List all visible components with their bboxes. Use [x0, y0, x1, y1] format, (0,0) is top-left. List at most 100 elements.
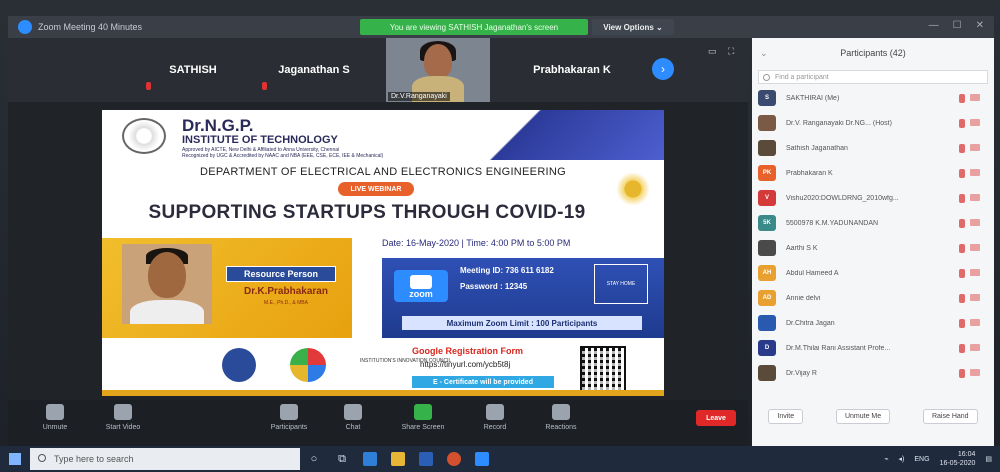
- task-view-icon[interactable]: ⧉: [328, 446, 356, 472]
- participant-status: [959, 293, 980, 303]
- participant-row[interactable]: PK Prabhakaran K: [758, 163, 988, 183]
- participant-avatar: [758, 315, 776, 331]
- unmute-me-button[interactable]: Unmute Me: [835, 408, 891, 424]
- language-indicator[interactable]: ENG: [914, 456, 929, 463]
- muted-mic-icon: [959, 268, 965, 278]
- participant-status: [959, 143, 980, 153]
- participant-status: [959, 218, 980, 228]
- zoom-taskbar-icon[interactable]: [468, 446, 496, 472]
- video-strip: SATHISH Jaganathan S Dr.V.Ranganayaki Pr…: [8, 38, 748, 102]
- muted-mic-icon: [959, 343, 965, 353]
- zoom-titlebar: Zoom Meeting 40 Minutes You are viewing …: [8, 16, 994, 38]
- start-button[interactable]: [0, 446, 30, 472]
- meeting-id: Meeting ID: 736 611 6182: [460, 266, 554, 275]
- video-off-icon: [970, 318, 980, 326]
- participant-status: [959, 243, 980, 253]
- participant-search-input[interactable]: Find a participant: [758, 70, 988, 84]
- certificate-note: E - Certificate will be provided: [412, 376, 554, 388]
- participant-row[interactable]: Dr.V. Ranganayaki Dr.NG... (Host): [758, 113, 988, 133]
- speaker-face: [148, 252, 186, 298]
- powerpoint-icon[interactable]: [440, 446, 468, 472]
- department-name: DEPARTMENT OF ELECTRICAL AND ELECTRONICS…: [199, 166, 567, 178]
- record-icon: [486, 404, 504, 420]
- control-label: Unmute: [42, 424, 68, 431]
- folder-glyph: [391, 452, 405, 466]
- speaker-shirt: [130, 300, 204, 324]
- start-video-button[interactable]: Start Video: [88, 404, 158, 431]
- leave-button[interactable]: Leave: [696, 410, 736, 426]
- notifications-icon[interactable]: ▤: [985, 455, 992, 463]
- participant-name: Dr.V. Ranganayaki Dr.NG... (Host): [786, 119, 892, 127]
- windows-taskbar: Type here to search ○ ⧉ ⌁ ◂) ENG 16:04 1…: [0, 446, 1000, 472]
- volume-icon[interactable]: ◂): [899, 455, 905, 463]
- reactions-button[interactable]: Reactions: [526, 404, 596, 431]
- muted-mic-icon: [959, 318, 965, 328]
- unmute-button[interactable]: Unmute: [20, 404, 90, 431]
- system-tray: ⌁ ◂) ENG 16:04 16-05-2020 ▤: [884, 446, 992, 472]
- participant-row[interactable]: Aarthi S K: [758, 238, 988, 258]
- view-options-button[interactable]: View Options ⌄: [592, 19, 674, 35]
- tile-name: Jaganathan S: [278, 64, 350, 76]
- record-button[interactable]: Record: [460, 404, 530, 431]
- participant-row[interactable]: Dr.Chitra Jagan: [758, 313, 988, 333]
- muted-mic-icon: [959, 93, 965, 103]
- participants-panel: ⌄ Participants (42) Find a participant S…: [752, 38, 994, 446]
- close-icon[interactable]: ✕: [976, 20, 984, 31]
- edge-icon[interactable]: [356, 446, 384, 472]
- participant-name: Vishu2020:DOWLDRNG_2010wfg...: [786, 194, 899, 202]
- participant-row[interactable]: Dr.Vijay R: [758, 363, 988, 383]
- video-tile-sathish[interactable]: SATHISH: [138, 42, 248, 98]
- search-icon: [763, 74, 770, 81]
- reactions-icon: [552, 404, 570, 420]
- word-icon[interactable]: [412, 446, 440, 472]
- max-participants: Maximum Zoom Limit : 100 Participants: [402, 316, 642, 330]
- participant-status: [959, 268, 980, 278]
- cortana-icon[interactable]: ○: [300, 446, 328, 472]
- taskbar-search-input[interactable]: Type here to search: [30, 448, 300, 470]
- network-icon[interactable]: ⌁: [884, 455, 888, 463]
- date-time: Date: 16-May-2020 | Time: 4:00 PM to 5:0…: [382, 238, 571, 248]
- video-tile-jaganathan[interactable]: Jaganathan S: [254, 42, 374, 98]
- participant-row[interactable]: 5K 5500978 K.M.YADUNANDAN: [758, 213, 988, 233]
- meeting-password: Password : 12345: [460, 282, 528, 291]
- maximize-icon[interactable]: ☐: [953, 20, 962, 31]
- participant-row[interactable]: AD Annie delvi: [758, 288, 988, 308]
- registration-heading: Google Registration Form: [412, 346, 524, 356]
- tile-name: Dr.V.Ranganayaki: [388, 92, 450, 101]
- participant-row[interactable]: S SAKTHIRAI (Me): [758, 88, 988, 108]
- raise-hand-button[interactable]: Raise Hand: [922, 408, 978, 424]
- invite-button[interactable]: Invite: [768, 408, 804, 424]
- zoom-logo-text: zoom: [409, 289, 433, 299]
- virus-graphic-icon: [616, 172, 650, 206]
- qr-code-icon: [580, 346, 626, 392]
- clock[interactable]: 16:04 16-05-2020: [940, 450, 976, 468]
- video-tile-prabhakaran[interactable]: Prabhakaran K: [502, 42, 642, 98]
- meeting-controls: Unmute Start Video Participants Chat Sha…: [8, 400, 748, 446]
- participant-row[interactable]: Sathish Jaganathan: [758, 138, 988, 158]
- participant-status: [959, 318, 980, 328]
- slide-header: Dr.N.G.P. INSTITUTE OF TECHNOLOGY Approv…: [102, 110, 664, 160]
- muted-mic-icon: [959, 143, 965, 153]
- chat-icon: [344, 404, 362, 420]
- minimize-icon[interactable]: —: [929, 20, 939, 31]
- video-off-icon: [970, 343, 980, 351]
- video-off-icon: [970, 168, 980, 176]
- chat-button[interactable]: Chat: [318, 404, 388, 431]
- gallery-view-icon[interactable]: ▭: [708, 46, 717, 57]
- participant-row[interactable]: D Dr.M.Thilai Rani Assistant Profe...: [758, 338, 988, 358]
- fullscreen-icon[interactable]: ⛶: [728, 46, 734, 57]
- muted-mic-icon: [262, 82, 267, 90]
- accreditation-line: Recognized by UGC & Accredited by NAAC a…: [182, 153, 384, 159]
- video-tile-ranganayaki[interactable]: Dr.V.Ranganayaki: [386, 38, 490, 102]
- share-screen-button[interactable]: Share Screen: [388, 404, 458, 431]
- participant-row[interactable]: V Vishu2020:DOWLDRNG_2010wfg...: [758, 188, 988, 208]
- participant-row[interactable]: AH Abdul Hameed A: [758, 263, 988, 283]
- participants-button[interactable]: Participants: [254, 404, 324, 431]
- video-off-icon: [970, 268, 980, 276]
- search-placeholder: Find a participant: [775, 73, 829, 81]
- next-page-button[interactable]: ›: [652, 58, 674, 80]
- participant-status: [959, 168, 980, 178]
- iic-logo-icon: [290, 348, 326, 382]
- file-explorer-icon[interactable]: [384, 446, 412, 472]
- footer-bar: [102, 390, 664, 396]
